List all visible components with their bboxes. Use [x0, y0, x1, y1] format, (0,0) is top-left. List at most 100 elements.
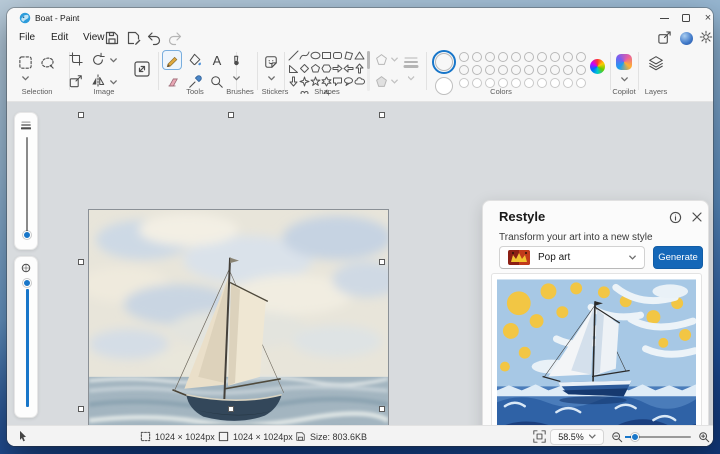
- redo-icon[interactable]: [167, 30, 183, 46]
- selection-handle-n[interactable]: [228, 112, 234, 118]
- zoom-level-dropdown[interactable]: 58.5%: [550, 429, 604, 445]
- palette-color[interactable]: [563, 52, 573, 62]
- shape-arrow-down[interactable]: [288, 76, 299, 87]
- opacity-slider[interactable]: [14, 256, 38, 418]
- freeform-select-button[interactable]: [37, 52, 57, 72]
- shape-rectangle[interactable]: [321, 50, 332, 61]
- flip-dropdown-chevron[interactable]: [110, 80, 117, 85]
- palette-color[interactable]: [576, 65, 586, 75]
- palette-color[interactable]: [524, 52, 534, 62]
- settings-gear-icon[interactable]: [699, 30, 713, 44]
- selection-handle-nw[interactable]: [78, 112, 84, 118]
- selection-handle-s[interactable]: [228, 406, 234, 412]
- shape-line[interactable]: [288, 50, 299, 61]
- close-button[interactable]: ×: [696, 8, 713, 28]
- palette-color[interactable]: [511, 65, 521, 75]
- shape-hexagon[interactable]: [321, 63, 332, 74]
- restyle-preview-image[interactable]: [497, 279, 696, 446]
- palette-color[interactable]: [576, 52, 586, 62]
- opacity-slider-track[interactable]: [26, 289, 29, 407]
- palette-color[interactable]: [550, 65, 560, 75]
- selection-handle-se[interactable]: [379, 406, 385, 412]
- shape-arrow-left[interactable]: [343, 63, 354, 74]
- zoom-out-icon[interactable]: [611, 431, 623, 443]
- shape-cloud-callout[interactable]: [354, 76, 365, 87]
- shape-fill-dropdown[interactable]: [375, 75, 398, 88]
- crop-button[interactable]: [67, 50, 85, 68]
- size-slider-track[interactable]: [26, 137, 28, 235]
- shape-four-point-star[interactable]: [299, 76, 310, 87]
- palette-empty-slot[interactable]: [459, 78, 469, 88]
- selection-handle-sw[interactable]: [78, 406, 84, 412]
- image-options-button[interactable]: [129, 56, 155, 82]
- shape-rounded-rectangle[interactable]: [332, 50, 343, 61]
- shapes-scrollbar[interactable]: [367, 51, 370, 91]
- zoom-in-icon[interactable]: [698, 431, 710, 443]
- palette-color[interactable]: [472, 65, 482, 75]
- text-tool-button[interactable]: A: [207, 50, 227, 70]
- palette-empty-slot[interactable]: [563, 78, 573, 88]
- layers-icon[interactable]: [647, 54, 665, 72]
- save-icon[interactable]: [104, 30, 120, 46]
- info-icon[interactable]: [669, 211, 682, 224]
- rectangle-select-button[interactable]: [15, 52, 35, 72]
- share-icon[interactable]: [657, 30, 672, 45]
- palette-color[interactable]: [485, 52, 495, 62]
- rotate-button[interactable]: [89, 50, 107, 68]
- shape-curve[interactable]: [299, 50, 310, 61]
- shape-six-point-star[interactable]: [321, 76, 332, 87]
- palette-color[interactable]: [498, 52, 508, 62]
- shape-five-point-star[interactable]: [310, 76, 321, 87]
- selection-handle-e[interactable]: [379, 259, 385, 265]
- palette-empty-slot[interactable]: [537, 78, 547, 88]
- palette-color[interactable]: [485, 65, 495, 75]
- edit-colors-wheel-button[interactable]: [590, 59, 605, 74]
- selection-dropdown-chevron[interactable]: [22, 76, 29, 81]
- shape-polygon[interactable]: [343, 50, 354, 61]
- undo-icon[interactable]: [146, 30, 162, 46]
- zoom-slider-thumb[interactable]: [631, 433, 639, 441]
- generate-button[interactable]: Generate: [653, 246, 703, 269]
- color1-swatch[interactable]: [435, 53, 453, 71]
- shape-arrow-right[interactable]: [332, 63, 343, 74]
- shape-diamond[interactable]: [299, 63, 310, 74]
- palette-color[interactable]: [537, 52, 547, 62]
- shape-right-triangle[interactable]: [288, 63, 299, 74]
- shape-pentagon[interactable]: [310, 63, 321, 74]
- shape-oval[interactable]: [310, 50, 321, 61]
- stroke-width-button[interactable]: [403, 54, 419, 81]
- palette-color[interactable]: [459, 65, 469, 75]
- palette-color[interactable]: [472, 52, 482, 62]
- minimize-button[interactable]: [652, 8, 676, 28]
- account-avatar[interactable]: [680, 32, 693, 45]
- palette-empty-slot[interactable]: [550, 78, 560, 88]
- brushes-button[interactable]: [226, 52, 246, 72]
- palette-color[interactable]: [537, 65, 547, 75]
- palette-color[interactable]: [550, 52, 560, 62]
- size-slider-thumb[interactable]: [23, 231, 31, 239]
- copilot-icon[interactable]: [616, 54, 632, 70]
- palette-color[interactable]: [498, 65, 508, 75]
- palette-empty-slot[interactable]: [576, 78, 586, 88]
- shape-arrow-up[interactable]: [354, 63, 365, 74]
- menu-edit[interactable]: Edit: [45, 30, 74, 45]
- color2-swatch[interactable]: [435, 77, 453, 95]
- save-as-icon[interactable]: [126, 30, 142, 46]
- copilot-dropdown-chevron[interactable]: [621, 77, 628, 82]
- fit-to-window-icon[interactable]: [533, 430, 546, 443]
- menu-file[interactable]: File: [13, 30, 41, 45]
- pencil-tool-button[interactable]: [162, 50, 182, 70]
- rotate-dropdown-chevron[interactable]: [110, 58, 117, 63]
- stickers-button[interactable]: [261, 52, 281, 72]
- shape-oval-callout[interactable]: [343, 76, 354, 87]
- style-dropdown[interactable]: Pop art: [499, 246, 645, 269]
- maximize-button[interactable]: [674, 8, 698, 28]
- selection-handle-ne[interactable]: [379, 112, 385, 118]
- palette-color[interactable]: [511, 52, 521, 62]
- shape-outline-dropdown[interactable]: [375, 53, 398, 66]
- palette-color[interactable]: [563, 65, 573, 75]
- palette-color[interactable]: [459, 52, 469, 62]
- close-panel-icon[interactable]: [691, 211, 703, 223]
- size-slider[interactable]: [14, 112, 38, 250]
- palette-color[interactable]: [524, 65, 534, 75]
